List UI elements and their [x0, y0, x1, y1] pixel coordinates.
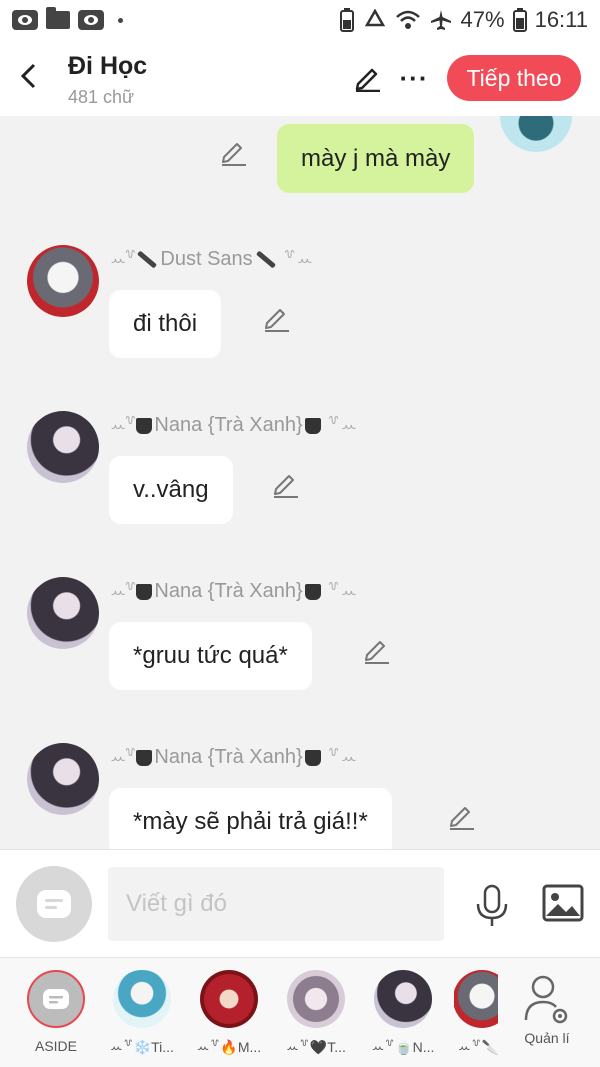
- knife-icon: [255, 250, 276, 269]
- story-header: Đi Học 481 chữ ··· Tiếp theo: [0, 40, 600, 116]
- sender-name: ꕀ꒷ Nana {Trà Xanh} ꒷ꕀ: [110, 580, 358, 602]
- folder-icon: [46, 7, 70, 29]
- edit-message-pencil-icon[interactable]: [263, 304, 291, 332]
- wifi-icon: [395, 9, 421, 31]
- tea-cup-icon: [304, 749, 321, 766]
- tea-cup-icon: [136, 749, 153, 766]
- image-icon[interactable]: [542, 884, 584, 922]
- message-bubble[interactable]: *gruu tức quá*: [109, 622, 312, 690]
- battery-icon: [512, 8, 527, 32]
- airplane-mode-icon: [429, 8, 453, 32]
- user-settings-icon: [524, 975, 568, 1024]
- bottom-character-bar: ASIDE ꕀ꒷❄️Ti... ꕀ꒷🔥M... ꕀ꒷🖤T... ꕀ꒷🍵N... …: [0, 957, 600, 1067]
- message-bubble[interactable]: đi thôi: [109, 290, 222, 358]
- more-notifications-dot-icon: [118, 17, 123, 23]
- avatar[interactable]: [27, 577, 99, 649]
- composer-bar: [0, 849, 600, 957]
- app-notification-icon: [78, 10, 104, 30]
- tab-character[interactable]: ꕀ꒷🍵N...: [368, 970, 438, 1060]
- avatar[interactable]: [27, 411, 99, 483]
- message-bubble[interactable]: v..vâng: [109, 456, 233, 524]
- avatar: [454, 970, 498, 1028]
- tab-label: Quản lí: [524, 1030, 570, 1046]
- avatar[interactable]: [27, 743, 99, 815]
- microphone-icon[interactable]: [472, 884, 512, 928]
- message-bubble-icon: [37, 890, 71, 918]
- avatar: [113, 970, 171, 1028]
- sender-name: ꕀ꒷ Nana {Trà Xanh} ꒷ꕀ: [110, 414, 358, 436]
- battery-percent: 47%: [460, 7, 505, 32]
- battery-saver-icon: [339, 8, 355, 32]
- word-count: 481 chữ: [68, 87, 135, 107]
- sender-name: ꕀ꒷ Nana {Trà Xanh} ꒷ꕀ: [110, 746, 358, 768]
- chat-area[interactable]: mày j mà mày ꕀ꒷ Dust Sans ꒷ꕀ đi thôi ꕀ꒷ Nan…: [0, 116, 600, 849]
- edit-message-pencil-icon[interactable]: [272, 470, 300, 498]
- next-button[interactable]: Tiếp theo: [447, 55, 581, 101]
- aside-toggle-button[interactable]: [16, 866, 92, 942]
- message-bubble[interactable]: mày j mà mày: [277, 124, 475, 193]
- tab-label: ꕀ꒷❄️Ti...: [110, 1039, 174, 1055]
- chevron-left-icon: [20, 63, 36, 89]
- avatar: [200, 970, 258, 1028]
- tab-character[interactable]: ꕀ꒷🖤T...: [281, 970, 351, 1060]
- tab-character[interactable]: ꕀ꒷🔪: [454, 970, 498, 1060]
- status-bar: 47% 16:11: [0, 0, 600, 40]
- knife-icon: [137, 250, 158, 269]
- avatar[interactable]: [27, 245, 99, 317]
- tab-manage[interactable]: Quản lí: [512, 970, 582, 1060]
- recycle-icon: [363, 9, 387, 31]
- tab-character[interactable]: ꕀ꒷🔥M...: [194, 970, 264, 1060]
- tea-cup-icon: [136, 417, 153, 434]
- edit-message-pencil-icon[interactable]: [220, 138, 248, 166]
- tab-label: ꕀ꒷🔥M...: [196, 1039, 262, 1055]
- edit-title-button[interactable]: [352, 62, 384, 94]
- avatar: [287, 970, 345, 1028]
- tab-character[interactable]: ꕀ꒷❄️Ti...: [107, 970, 177, 1060]
- sender-name: ꕀ꒷ Dust Sans ꒷ꕀ: [110, 248, 314, 270]
- avatar: [374, 970, 432, 1028]
- tab-label: ꕀ꒷🔪: [458, 1039, 498, 1055]
- message-input[interactable]: [108, 867, 444, 941]
- tab-aside[interactable]: ASIDE: [21, 970, 91, 1060]
- app-notification-icon: [12, 10, 38, 30]
- tab-label: ꕀ꒷🍵N...: [371, 1039, 435, 1055]
- pencil-icon: [355, 68, 380, 92]
- page-title: Đi Học: [68, 52, 148, 80]
- edit-message-pencil-icon[interactable]: [448, 802, 476, 830]
- tea-cup-icon: [304, 583, 321, 600]
- edit-message-pencil-icon[interactable]: [363, 636, 391, 664]
- more-options-button[interactable]: ···: [398, 62, 430, 94]
- back-button[interactable]: [14, 62, 42, 90]
- clock: 16:11: [534, 7, 588, 32]
- tab-label: ꕀ꒷🖤T...: [286, 1039, 346, 1055]
- my-avatar[interactable]: [500, 116, 572, 152]
- tea-cup-icon: [136, 583, 153, 600]
- tea-cup-icon: [304, 417, 321, 434]
- tab-label: ASIDE: [34, 1038, 77, 1054]
- aside-icon: [27, 970, 85, 1028]
- message-bubble[interactable]: *mày sẽ phải trả giá!!*: [109, 788, 392, 849]
